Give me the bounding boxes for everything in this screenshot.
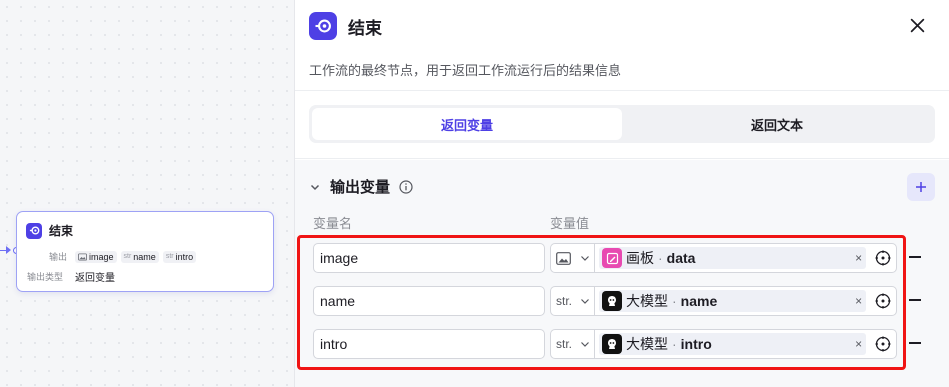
variable-reference-tag: 大模型 · intro × xyxy=(599,333,867,355)
edge-arrow-icon xyxy=(6,246,11,254)
chevron-down-icon xyxy=(581,256,589,261)
llm-icon xyxy=(602,291,622,311)
node-output-type-value: 返回变量 xyxy=(75,273,115,284)
drawing-board-icon xyxy=(602,248,622,268)
node-title: 结束 xyxy=(49,224,74,238)
variable-type-select[interactable]: str. xyxy=(550,329,595,359)
variable-reference-field[interactable]: 画板 · data × xyxy=(594,243,897,273)
remove-reference-icon[interactable]: × xyxy=(855,251,862,265)
target-icon[interactable] xyxy=(874,335,892,353)
column-header-value: 变量值 xyxy=(550,216,590,231)
image-icon xyxy=(78,252,87,261)
close-icon xyxy=(910,18,924,32)
close-button[interactable] xyxy=(907,15,927,35)
variable-row: name str. 大模型 · name × xyxy=(295,286,949,316)
variable-name-input[interactable]: image xyxy=(313,243,545,273)
remove-reference-icon[interactable]: × xyxy=(855,294,862,308)
image-icon xyxy=(556,251,571,265)
variable-reference-tag: 画板 · data × xyxy=(599,247,867,269)
variable-reference-field[interactable]: 大模型 · intro × xyxy=(594,329,897,359)
workflow-canvas[interactable]: 结束 输出 image str name str intro 输出类型 返回变量 xyxy=(0,0,294,387)
end-node-icon xyxy=(309,12,337,40)
end-node-config-panel: 结束 工作流的最终节点，用于返回工作流运行后的结果信息 返回变量 返回文本 输出… xyxy=(294,0,949,387)
plus-icon xyxy=(916,182,926,192)
remove-reference-icon[interactable]: × xyxy=(855,337,862,351)
variable-reference-field[interactable]: 大模型 · name × xyxy=(594,286,897,316)
chevron-down-icon[interactable] xyxy=(309,181,321,193)
tab-return-text[interactable]: 返回文本 xyxy=(622,108,932,140)
variable-row: intro str. 大模型 · intro × xyxy=(295,329,949,359)
variable-name-input[interactable]: intro xyxy=(313,329,545,359)
divider xyxy=(295,158,949,159)
variable-reference-tag: 大模型 · name × xyxy=(599,290,867,312)
target-icon[interactable] xyxy=(874,249,892,267)
llm-icon xyxy=(602,334,622,354)
target-icon[interactable] xyxy=(874,292,892,310)
remove-row-button[interactable] xyxy=(909,256,921,258)
node-output-label: 输出 xyxy=(48,252,67,262)
end-node-icon xyxy=(26,222,42,239)
variable-name-input[interactable]: name xyxy=(313,286,545,316)
add-variable-button[interactable] xyxy=(907,173,935,201)
panel-description: 工作流的最终节点，用于返回工作流运行后的结果信息 xyxy=(309,63,622,78)
tab-return-variables[interactable]: 返回变量 xyxy=(312,108,622,140)
node-output-chip: str intro xyxy=(162,250,197,263)
column-header-name: 变量名 xyxy=(313,216,353,231)
remove-row-button[interactable] xyxy=(909,342,921,344)
end-node-card[interactable]: 结束 输出 image str name str intro 输出类型 返回变量 xyxy=(16,211,274,292)
variable-type-select[interactable]: str. xyxy=(550,286,595,316)
node-output-type-label: 输出类型 xyxy=(27,272,64,282)
panel-title: 结束 xyxy=(348,18,382,38)
node-output-chip: image xyxy=(75,250,117,263)
node-output-chip: str name xyxy=(120,250,159,263)
divider xyxy=(295,90,949,91)
return-mode-tabs: 返回变量 返回文本 xyxy=(309,105,935,143)
variable-row: image 画板 · data × xyxy=(295,243,949,273)
chevron-down-icon xyxy=(581,342,589,347)
info-icon[interactable] xyxy=(399,179,413,194)
remove-row-button[interactable] xyxy=(909,299,921,301)
section-title: 输出变量 xyxy=(330,179,391,196)
chevron-down-icon xyxy=(581,299,589,304)
variable-type-select[interactable] xyxy=(550,243,595,273)
